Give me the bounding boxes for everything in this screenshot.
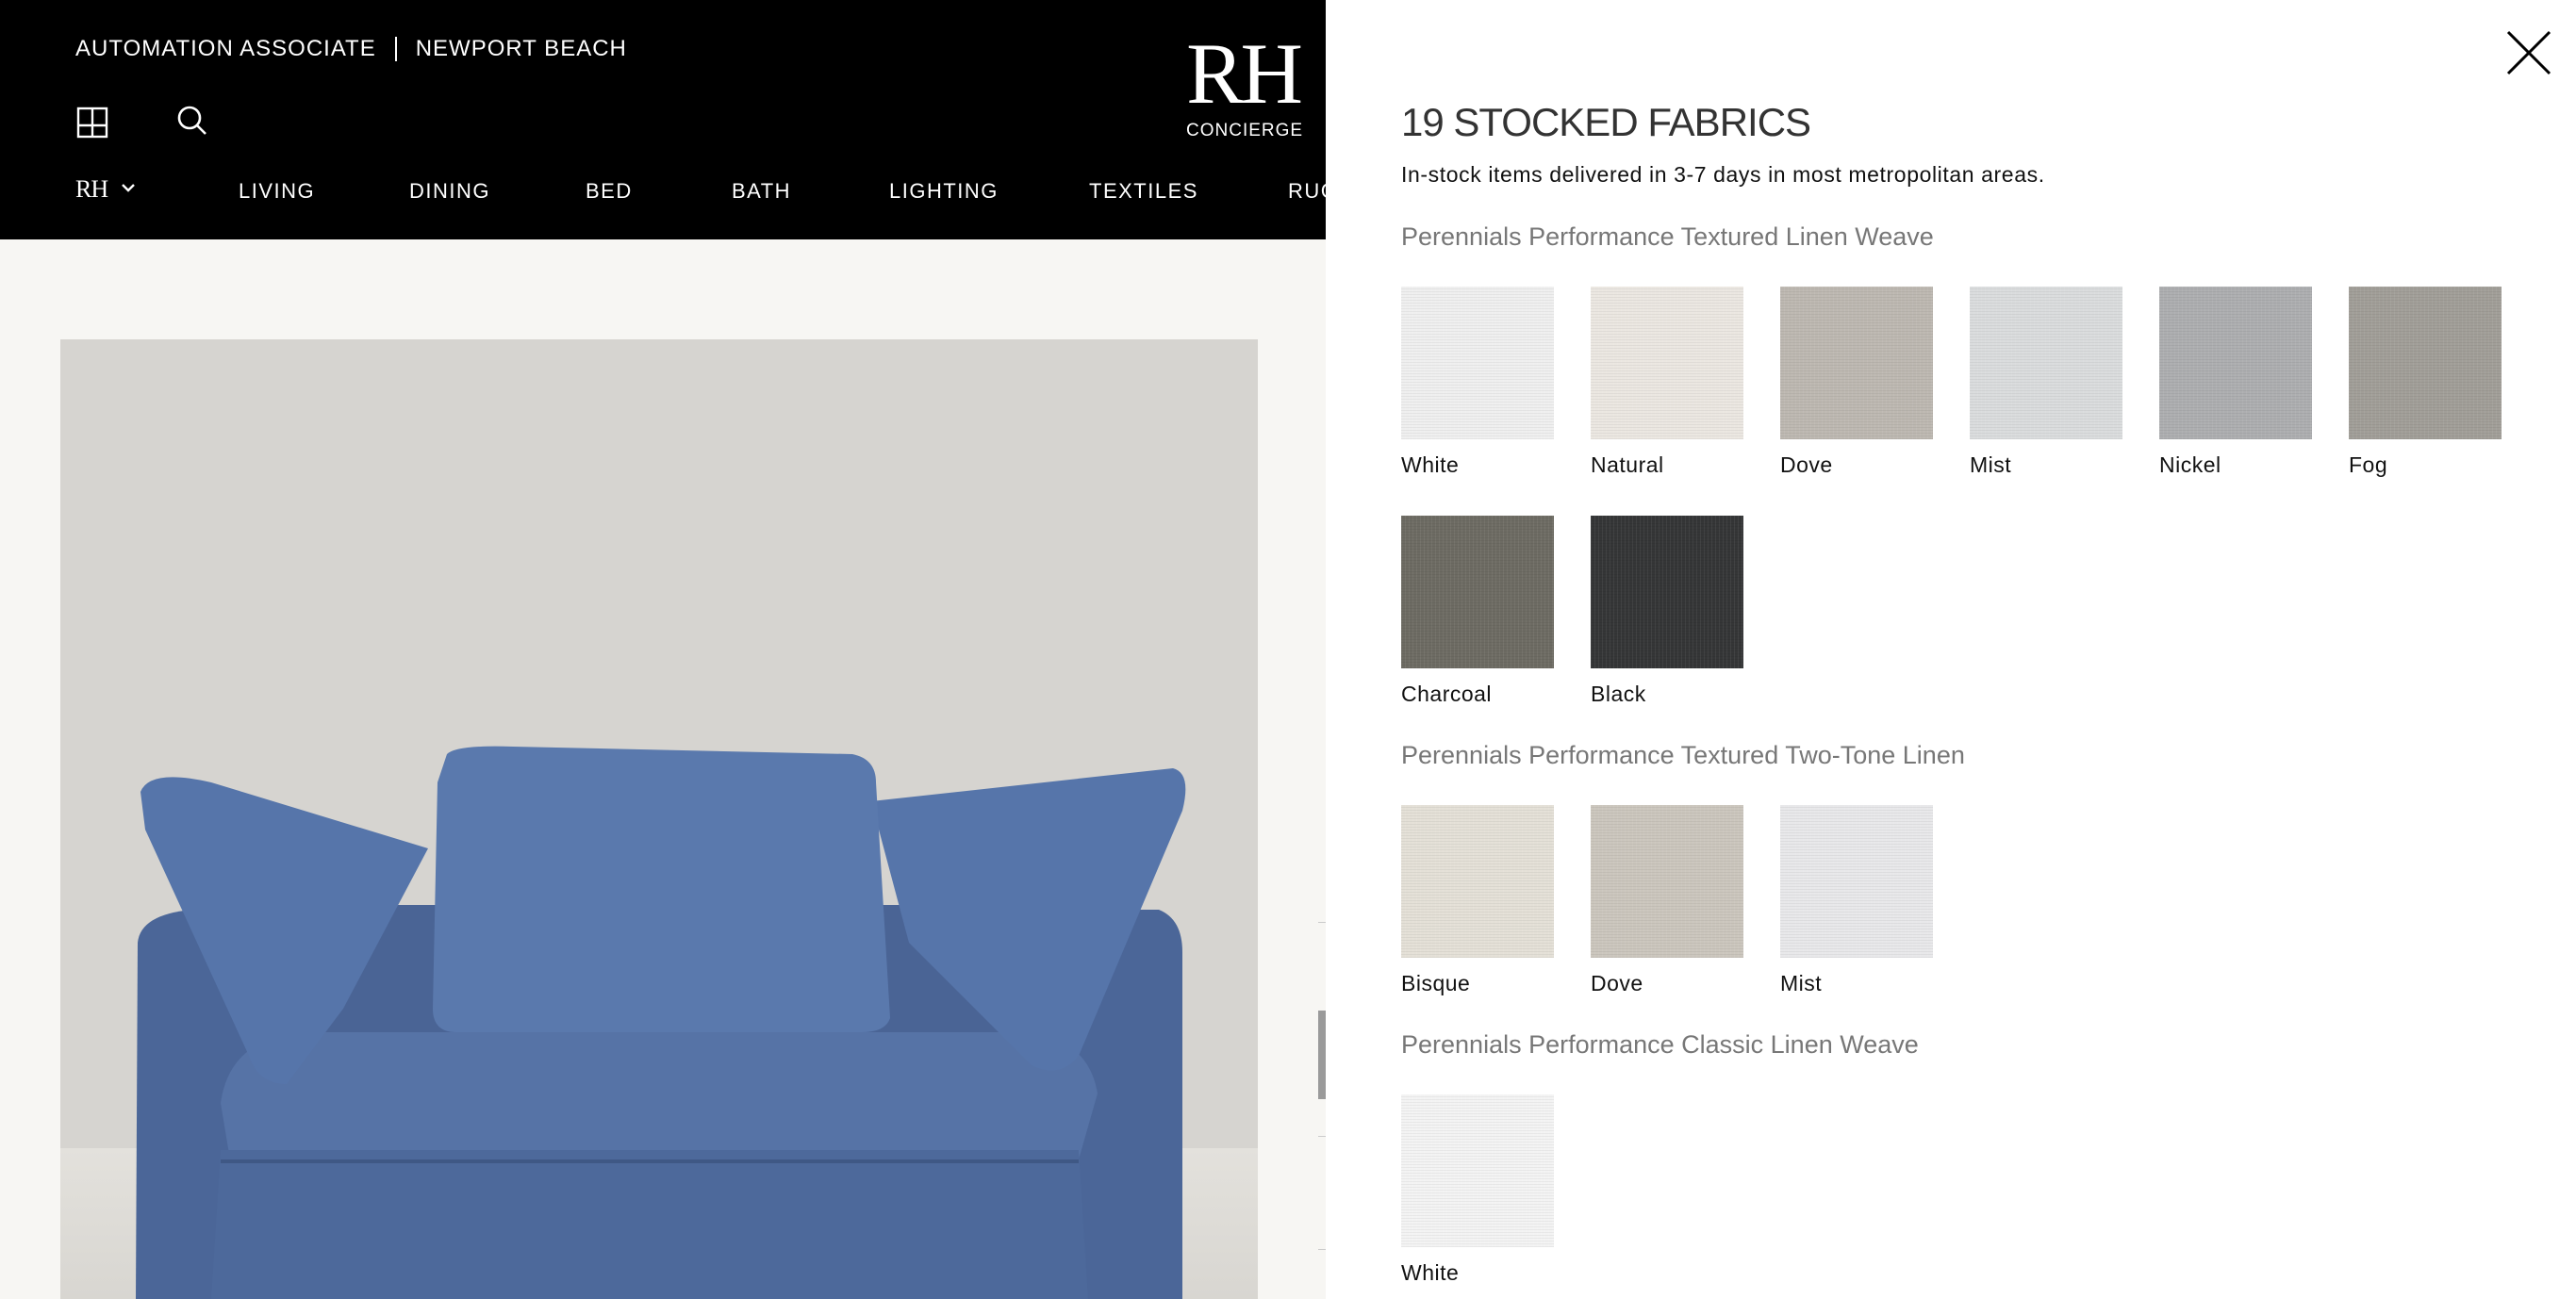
nav-dining[interactable]: DINING: [409, 179, 490, 204]
swatch-chip: [1780, 287, 1933, 439]
swatch-black[interactable]: Black: [1591, 516, 1743, 707]
associate-location[interactable]: NEWPORT BEACH: [416, 36, 627, 62]
drawer-title: 19 STOCKED FABRICS: [1401, 100, 1811, 144]
swatch-chip: [1780, 805, 1933, 958]
swatch-dove[interactable]: Dove: [1591, 805, 1743, 996]
swatch-label: White: [1401, 452, 1460, 477]
product-details-panel: [1258, 239, 1326, 1299]
swatch-chip: [2159, 287, 2312, 439]
fabric-group-title: Perennials Performance Textured Two-Tone…: [1401, 741, 1965, 769]
nav-bath[interactable]: BATH: [732, 179, 791, 204]
swatch-chip: [1591, 805, 1743, 958]
swatch-chip: [1591, 287, 1743, 439]
swatch-label: Dove: [1591, 971, 1643, 995]
swatch-label: Nickel: [2159, 452, 2221, 477]
associate-info: AUTOMATION ASSOCIATE NEWPORT BEACH: [75, 36, 627, 62]
fabric-group-title: Perennials Performance Textured Linen We…: [1401, 222, 1934, 251]
sofa-chair-illustration: [136, 746, 1186, 1299]
swatch-chip: [1401, 516, 1554, 668]
swatch-label: Black: [1591, 682, 1646, 706]
logo-text: RH: [1186, 25, 1303, 122]
floorplan-icon[interactable]: [75, 106, 109, 140]
product-image: [60, 339, 1258, 1299]
fabric-group-title: Perennials Performance Classic Linen Wea…: [1401, 1030, 1919, 1059]
swatch-chip: [1401, 287, 1554, 439]
swatch-fog[interactable]: Fog: [2349, 287, 2502, 478]
nav-textiles[interactable]: TEXTILES: [1089, 179, 1198, 204]
swatch-mist[interactable]: Mist: [1780, 805, 1933, 996]
swatch-white[interactable]: White: [1401, 287, 1554, 478]
logo-subtitle: CONCIERGE: [1186, 121, 1304, 140]
swatch-nickel[interactable]: Nickel: [2159, 287, 2312, 478]
swatch-white[interactable]: White: [1401, 1094, 1554, 1286]
swatch-chip: [1401, 1094, 1554, 1247]
swatch-chip: [1591, 516, 1743, 668]
close-icon[interactable]: [2504, 28, 2553, 77]
swatch-natural[interactable]: Natural: [1591, 287, 1743, 478]
rh-logo[interactable]: RH CONCIERGE: [1186, 25, 1304, 141]
swatch-label: Mist: [1970, 452, 2012, 477]
swatch-chip: [1970, 287, 2122, 439]
chevron-down-icon: [121, 181, 136, 198]
brand-menu-label: RH: [75, 175, 108, 203]
associate-divider: [394, 37, 397, 61]
associate-role: AUTOMATION ASSOCIATE: [75, 36, 376, 61]
swatch-label: Fog: [2349, 452, 2388, 477]
nav-bed[interactable]: BED: [586, 179, 633, 204]
swatch-chip: [2349, 287, 2502, 439]
search-icon[interactable]: [175, 104, 209, 138]
nav-lighting[interactable]: LIGHTING: [889, 179, 999, 204]
swatch-label: Charcoal: [1401, 682, 1493, 706]
nav-living[interactable]: LIVING: [239, 179, 315, 204]
swatch-label: Mist: [1780, 971, 1823, 995]
swatch-label: Bisque: [1401, 971, 1471, 995]
swatch-chip: [1401, 805, 1554, 958]
drawer-subtitle: In-stock items delivered in 3-7 days in …: [1401, 162, 2045, 187]
swatch-label: Dove: [1780, 452, 1833, 477]
brand-menu[interactable]: RH: [75, 175, 136, 204]
swatch-charcoal[interactable]: Charcoal: [1401, 516, 1554, 707]
swatch-mist[interactable]: Mist: [1970, 287, 2122, 478]
swatch-label: White: [1401, 1260, 1460, 1285]
swatch-dove[interactable]: Dove: [1780, 287, 1933, 478]
swatch-label: Natural: [1591, 452, 1664, 477]
swatch-bisque[interactable]: Bisque: [1401, 805, 1554, 996]
